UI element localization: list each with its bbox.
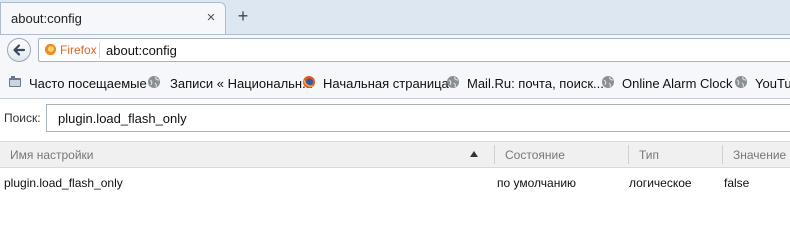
- url-text[interactable]: about:config: [106, 43, 177, 58]
- firefox-identity-icon[interactable]: [44, 43, 57, 56]
- sort-ascending-icon: [470, 151, 478, 157]
- globe-icon: [148, 76, 160, 88]
- search-label: Поиск:: [4, 111, 41, 125]
- column-divider[interactable]: [722, 145, 723, 164]
- url-divider: [99, 42, 100, 58]
- bookmark-national-records[interactable]: Записи « Национальн...: [170, 76, 313, 91]
- row-type[interactable]: логическое: [629, 176, 692, 190]
- globe-icon: [602, 76, 614, 88]
- row-preference-name[interactable]: plugin.load_flash_only: [4, 176, 123, 190]
- column-divider[interactable]: [494, 145, 495, 164]
- column-header-status[interactable]: Состояние: [505, 148, 565, 162]
- row-status[interactable]: по умолчанию: [497, 176, 576, 190]
- close-tab-icon[interactable]: ×: [202, 9, 220, 27]
- column-header-name[interactable]: Имя настройки: [10, 148, 94, 162]
- identity-label[interactable]: Firefox: [60, 43, 97, 57]
- column-divider[interactable]: [628, 145, 629, 164]
- bookmark-online-alarm-clock[interactable]: Online Alarm Clock: [622, 76, 733, 91]
- globe-icon: [735, 76, 747, 88]
- back-button[interactable]: [7, 38, 31, 62]
- row-value[interactable]: false: [724, 176, 749, 190]
- firefox-icon: [303, 76, 315, 88]
- new-tab-button[interactable]: +: [234, 6, 252, 26]
- bookmark-mail-ru[interactable]: Mail.Ru: почта, поиск...: [467, 76, 604, 91]
- table-header: [0, 141, 790, 168]
- bookmarks-folder-icon: [9, 76, 21, 87]
- bookmark-youtube[interactable]: YouTu: [755, 76, 790, 91]
- column-header-value[interactable]: Значение: [733, 148, 786, 162]
- tab-title: about:config: [11, 11, 82, 26]
- back-arrow-icon: [13, 44, 26, 56]
- tab-about-config[interactable]: about:config ×: [0, 2, 226, 34]
- column-header-type[interactable]: Тип: [639, 148, 659, 162]
- search-input[interactable]: [46, 104, 790, 132]
- globe-icon: [447, 76, 459, 88]
- bookmark-start-page[interactable]: Начальная страница: [323, 76, 449, 91]
- bookmark-most-visited[interactable]: Часто посещаемые: [29, 76, 147, 91]
